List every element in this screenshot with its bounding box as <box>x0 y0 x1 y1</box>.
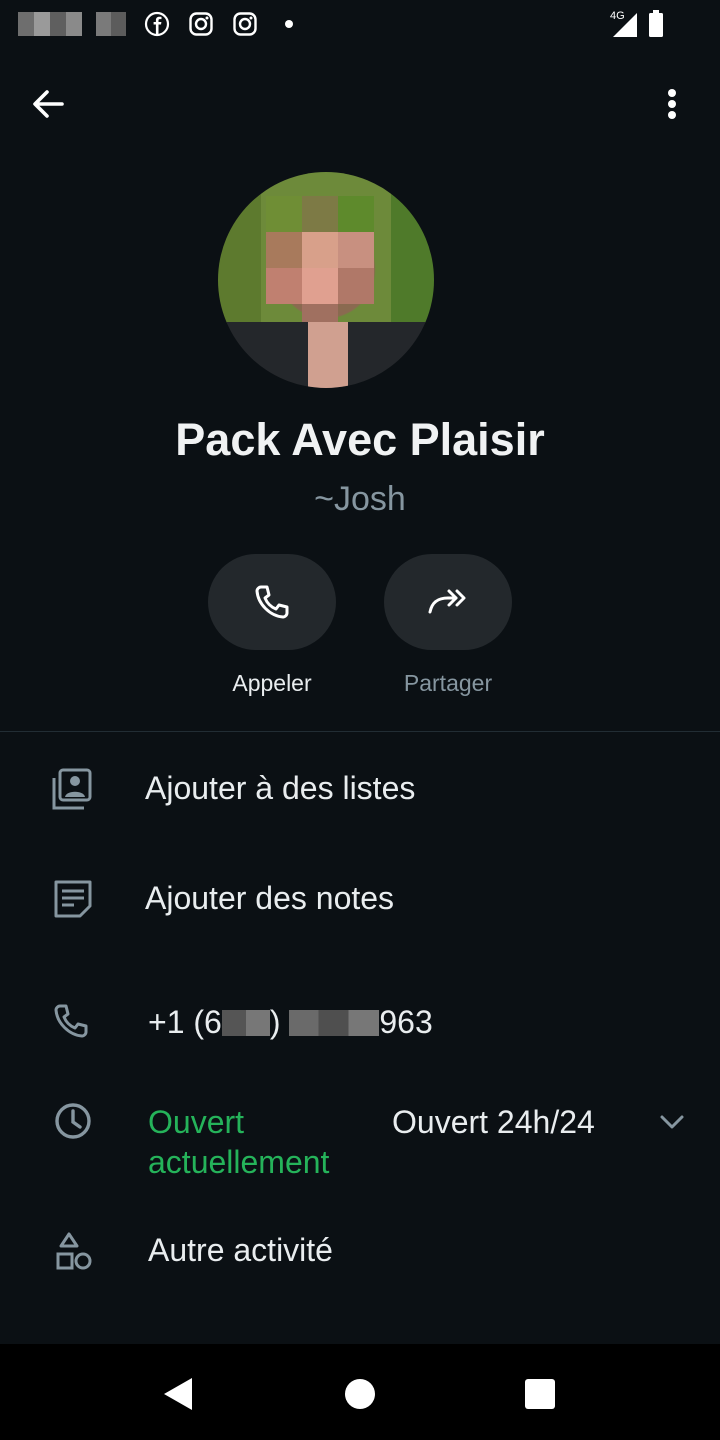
blurred-status-item <box>18 12 82 36</box>
phone-redacted <box>289 1010 380 1036</box>
chevron-down-icon[interactable] <box>656 1106 688 1138</box>
note-icon <box>54 880 92 918</box>
contact-avatar[interactable] <box>218 172 434 388</box>
blurred-status-item <box>96 12 126 36</box>
phone-icon <box>255 585 289 619</box>
more-options-button[interactable] <box>650 82 694 126</box>
open-status: Ouvert actuellement <box>148 1104 330 1180</box>
battery-icon <box>649 10 663 37</box>
notification-dot <box>285 20 293 28</box>
call-button[interactable] <box>208 554 336 650</box>
instagram-icon <box>233 12 257 36</box>
phone-row[interactable]: +1 (6) 963 <box>0 994 720 1054</box>
share-forward-icon <box>428 589 466 614</box>
phone-icon <box>54 1004 88 1038</box>
nav-home-icon[interactable] <box>340 1374 380 1414</box>
system-navigation-bar <box>0 1344 720 1440</box>
contact-name: Pack Avec Plaisir <box>175 414 545 465</box>
opening-hours: Ouvert 24h/24 <box>392 1104 595 1140</box>
top-app-bar <box>0 76 720 132</box>
section-divider <box>0 731 720 732</box>
nav-back-icon[interactable] <box>160 1374 200 1414</box>
more-vert-icon <box>668 89 676 119</box>
other-activity-label: Autre activité <box>148 1232 333 1268</box>
share-label: Partager <box>403 670 493 696</box>
add-notes-label: Ajouter des notes <box>145 880 395 916</box>
phone-prefix: +1 (6 <box>148 1004 222 1040</box>
back-button[interactable] <box>26 82 70 126</box>
add-to-lists-row[interactable]: Ajouter à des listes <box>0 760 720 820</box>
phone-suffix: 963 <box>379 1004 433 1040</box>
phone-number[interactable]: +1 (6) 963 <box>148 1004 433 1041</box>
add-notes-row[interactable]: Ajouter des notes <box>0 870 720 930</box>
status-bar: 4G <box>0 0 720 48</box>
list-contacts-icon <box>52 768 92 810</box>
other-activity-row[interactable]: Autre activité <box>0 1222 720 1282</box>
nav-recents-icon[interactable] <box>520 1374 560 1414</box>
share-button[interactable] <box>384 554 512 650</box>
add-to-lists-label: Ajouter à des listes <box>145 770 416 806</box>
shapes-icon <box>56 1232 92 1270</box>
back-arrow-icon <box>33 90 64 118</box>
instagram-icon <box>189 12 213 36</box>
call-label: Appeler <box>232 670 312 696</box>
phone-redacted <box>221 1010 270 1036</box>
clock-icon <box>55 1103 91 1139</box>
facebook-icon <box>144 11 170 37</box>
signal-icon <box>613 13 637 37</box>
contact-pushname: ~Josh <box>314 480 406 518</box>
